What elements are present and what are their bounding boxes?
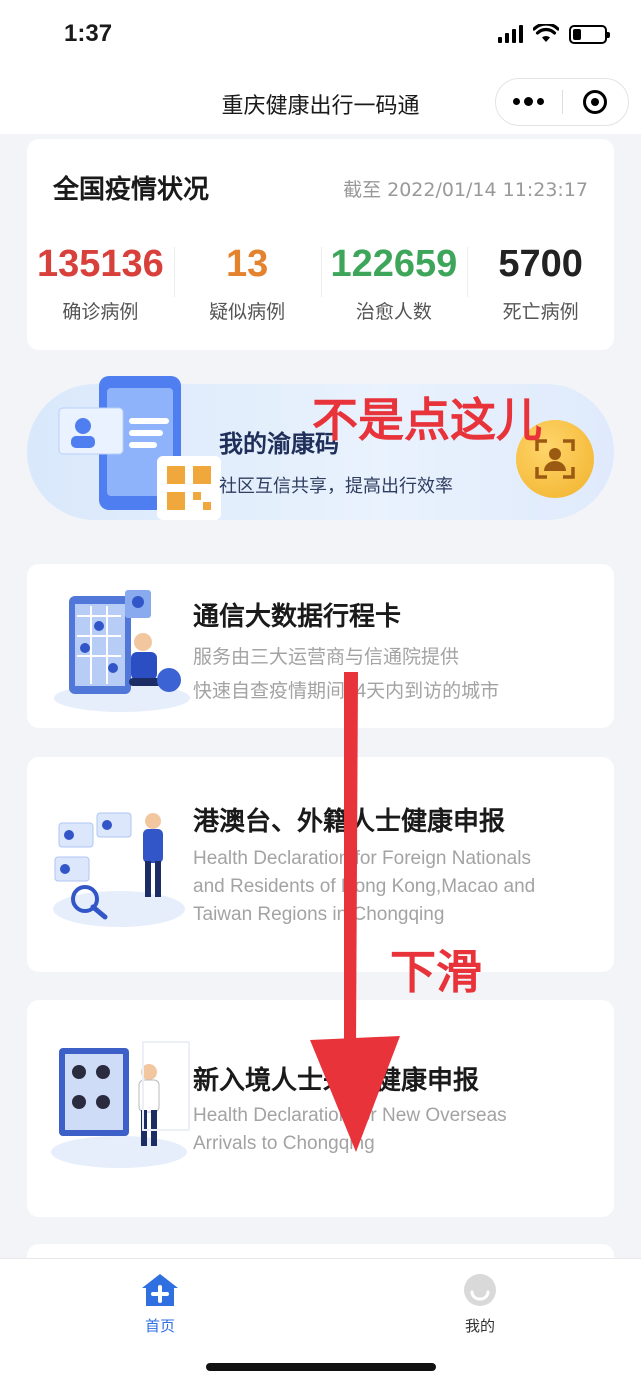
- home-plus-icon: [142, 1274, 178, 1306]
- health-code-phone-illustration: [58, 376, 221, 520]
- cellular-signal-icon: [498, 25, 523, 43]
- stat-label: 死亡病例: [502, 301, 579, 323]
- home-indicator: [206, 1363, 436, 1371]
- stat-recovered: 122659 治愈人数: [320, 237, 468, 324]
- user-avatar-icon: [464, 1274, 496, 1306]
- card-title: 通信大数据行程卡: [193, 602, 402, 632]
- stat-value: 135136: [36, 243, 164, 285]
- nav-bar: 重庆健康出行一码通: [0, 70, 641, 134]
- status-time: 1:37: [64, 20, 113, 47]
- overseas-arrival-illustration: [51, 1041, 190, 1168]
- stats-title: 全国疫情状况: [53, 175, 210, 205]
- stat-value: 13: [225, 243, 269, 285]
- tab-mine[interactable]: 我的: [430, 1273, 530, 1336]
- stat-label: 疑似病例: [209, 301, 286, 323]
- battery-icon: [569, 24, 610, 44]
- tab-bar: 首页 我的: [0, 1258, 641, 1387]
- stat-confirmed: 135136 确诊病例: [27, 237, 174, 324]
- card-desc-line: 服务由三大运营商与信通院提供: [193, 647, 460, 668]
- banner-subtitle: 社区互信共享，提高出行效率: [219, 476, 453, 497]
- epidemic-stats-card: 全国疫情状况 截至 2022/01/14 11:23:17 135136 确诊病…: [27, 139, 614, 350]
- tab-mine-label: 我的: [464, 1317, 495, 1335]
- stat-value: 122659: [330, 243, 458, 285]
- tab-home-label: 首页: [144, 1317, 175, 1335]
- status-bar: 1:37: [0, 0, 641, 70]
- status-icons: [498, 24, 610, 44]
- stat-value: 5700: [498, 243, 583, 285]
- stat-label: 确诊病例: [62, 301, 139, 323]
- declaration-illustration: [53, 812, 185, 927]
- stats-row: 135136 确诊病例 13 疑似病例 122659 治愈人数 5700 死亡病…: [27, 237, 614, 324]
- itinerary-illustration: [54, 590, 190, 712]
- more-options-icon[interactable]: [496, 97, 562, 106]
- stat-label: 治愈人数: [355, 301, 432, 323]
- scroll-down-arrow-icon: [310, 672, 400, 1152]
- tab-home[interactable]: 首页: [110, 1273, 210, 1336]
- stat-suspected: 13 疑似病例: [173, 237, 321, 324]
- mini-program-capsule: [495, 78, 629, 126]
- wifi-icon: [533, 24, 559, 42]
- stat-deaths: 5700 死亡病例: [467, 237, 614, 324]
- stats-updated-time: 截至 2022/01/14 11:23:17: [343, 179, 588, 201]
- annotation-not-here: 不是点这儿: [312, 393, 542, 447]
- close-program-icon[interactable]: [563, 90, 629, 114]
